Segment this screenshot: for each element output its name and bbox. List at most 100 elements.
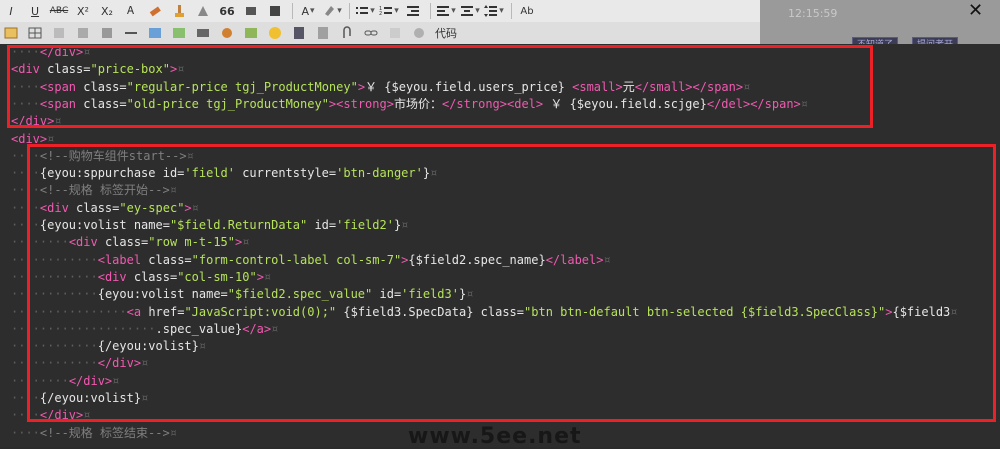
- code-token: </div>: [97, 356, 142, 371]
- chat-timestamp: 12:15:59: [788, 7, 838, 20]
- code-button[interactable]: 代码: [432, 23, 460, 43]
- indent-guide: ····: [11, 425, 40, 440]
- code-token: </a>: [242, 321, 272, 336]
- code-token: <label: [97, 252, 149, 267]
- code-token: class=: [47, 62, 91, 77]
- line-height-icon[interactable]: [483, 1, 505, 21]
- indent-guide: ····: [39, 304, 69, 319]
- code-token: </div>: [39, 45, 84, 59]
- indent-guide: ····: [39, 269, 69, 284]
- unordered-list-icon[interactable]: [354, 1, 376, 21]
- code-token: 'field2': [336, 218, 394, 232]
- split-cells-icon[interactable]: [96, 23, 118, 43]
- template-icon[interactable]: [312, 23, 334, 43]
- code-token: "old-price tgj_ProductMoney": [126, 96, 329, 111]
- indent-guide: ····: [68, 252, 98, 267]
- code-token: "btn btn-default btn-selected {$field3.S…: [524, 304, 886, 319]
- clear-icon[interactable]: [408, 23, 430, 43]
- pilcrow-mark: ¤: [263, 269, 272, 284]
- indent-guide: ····: [126, 321, 156, 336]
- blockquote-icon[interactable]: [240, 1, 262, 21]
- code-token: >: [357, 79, 366, 94]
- video-icon[interactable]: [192, 23, 214, 43]
- font-border-button[interactable]: Ꭺ: [120, 1, 142, 21]
- image-icon[interactable]: [144, 23, 166, 43]
- code-line: ····{/eyou:volist}¤: [11, 390, 148, 407]
- toolbar-divider: [430, 3, 431, 19]
- superscript-button[interactable]: X²: [72, 1, 94, 21]
- code-editor[interactable]: ····</div>¤ <div class="price-box">¤ ····<…: [0, 44, 1000, 447]
- code-token: id=: [372, 287, 402, 302]
- pilcrow-mark: ¤: [271, 321, 279, 336]
- code-token: ￥ {$eyou.field.scjge}: [543, 96, 707, 111]
- code-token: </div>: [68, 373, 113, 388]
- indent-guide: ····: [11, 408, 40, 423]
- highlight-icon[interactable]: [321, 1, 343, 21]
- pilcrow-mark: ¤: [141, 356, 149, 371]
- indent-guide: ····: [68, 269, 98, 284]
- code-line: <div>¤: [11, 131, 54, 148]
- pilcrow-mark: ¤: [47, 131, 55, 146]
- pilcrow-mark: ¤: [186, 148, 194, 163]
- code-line: ····<div class="ey-spec">¤: [11, 200, 199, 217]
- insert-column-icon[interactable]: [48, 23, 70, 43]
- table-icon[interactable]: [24, 23, 46, 43]
- indent-guide: ····: [39, 287, 69, 302]
- ordered-list-icon[interactable]: 12: [378, 1, 400, 21]
- code-token: class=: [133, 269, 178, 284]
- code-token: "price-box": [90, 62, 170, 77]
- watermark: www.5ee.net: [408, 424, 582, 449]
- subscript-button[interactable]: X₂: [96, 1, 118, 21]
- code-line: ····</div>¤: [11, 44, 91, 61]
- strikethrough-button[interactable]: ABC: [48, 1, 70, 21]
- code-line: ············</div>¤: [11, 355, 148, 372]
- indent-icon[interactable]: [402, 1, 424, 21]
- code-token: {$field2.spec_name}: [408, 252, 546, 267]
- underline-button[interactable]: U: [24, 1, 46, 21]
- link-icon[interactable]: [360, 23, 382, 43]
- text-direction-button[interactable]: Ab: [516, 1, 538, 21]
- attachment-icon[interactable]: [336, 23, 358, 43]
- multi-image-icon[interactable]: [168, 23, 190, 43]
- emoji-icon[interactable]: [264, 23, 286, 43]
- music-icon[interactable]: [216, 23, 238, 43]
- code-token: "$field.ReturnData": [169, 218, 308, 232]
- code-token: .spec_value}: [155, 321, 243, 336]
- italic-button[interactable]: I: [0, 1, 22, 21]
- code-token: </div>: [11, 114, 55, 129]
- format-brush-icon[interactable]: [168, 1, 190, 21]
- close-icon[interactable]: ✕: [968, 0, 983, 21]
- merge-cells-icon[interactable]: [72, 23, 94, 43]
- clean-format-icon[interactable]: [192, 1, 214, 21]
- hr-icon[interactable]: [120, 23, 142, 43]
- toolbar-divider: [292, 3, 293, 19]
- indent-guide: ····: [39, 235, 69, 250]
- code-token: <div: [97, 269, 134, 284]
- indent-guide: ····: [11, 304, 40, 319]
- pilcrow-mark: ¤: [191, 200, 199, 215]
- code-token: "ey-spec": [119, 200, 185, 215]
- quote-button[interactable]: 66: [216, 1, 238, 21]
- font-color-dropdown[interactable]: A: [297, 1, 319, 21]
- pilcrow-mark: ¤: [177, 62, 185, 77]
- pilcrow-mark: ¤: [800, 96, 808, 111]
- indent-guide: ····: [68, 321, 98, 336]
- code-token: class=: [480, 304, 525, 319]
- paragraph-icon[interactable]: [459, 1, 481, 21]
- pilcrow-mark: ¤: [401, 218, 409, 232]
- code-line: ····{eyou:sppurchase id='field' currents…: [11, 165, 437, 182]
- anchor-icon[interactable]: [384, 23, 406, 43]
- map-icon[interactable]: [240, 23, 262, 43]
- code-snippet-icon[interactable]: [288, 23, 310, 43]
- indent-guide: ····: [97, 321, 127, 336]
- pilcrow-mark: ¤: [169, 183, 177, 198]
- align-icon[interactable]: [435, 1, 457, 21]
- pilcrow-mark: ¤: [169, 425, 177, 440]
- eraser-icon[interactable]: [144, 1, 166, 21]
- indent-guide: ····: [11, 45, 40, 59]
- code-token: currentstyle=: [234, 166, 337, 181]
- source-icon[interactable]: [0, 23, 22, 43]
- indent-guide: ····: [11, 269, 40, 284]
- bold-block-icon[interactable]: [264, 1, 286, 21]
- code-line: ············<div class="col-sm-10">¤: [11, 269, 271, 286]
